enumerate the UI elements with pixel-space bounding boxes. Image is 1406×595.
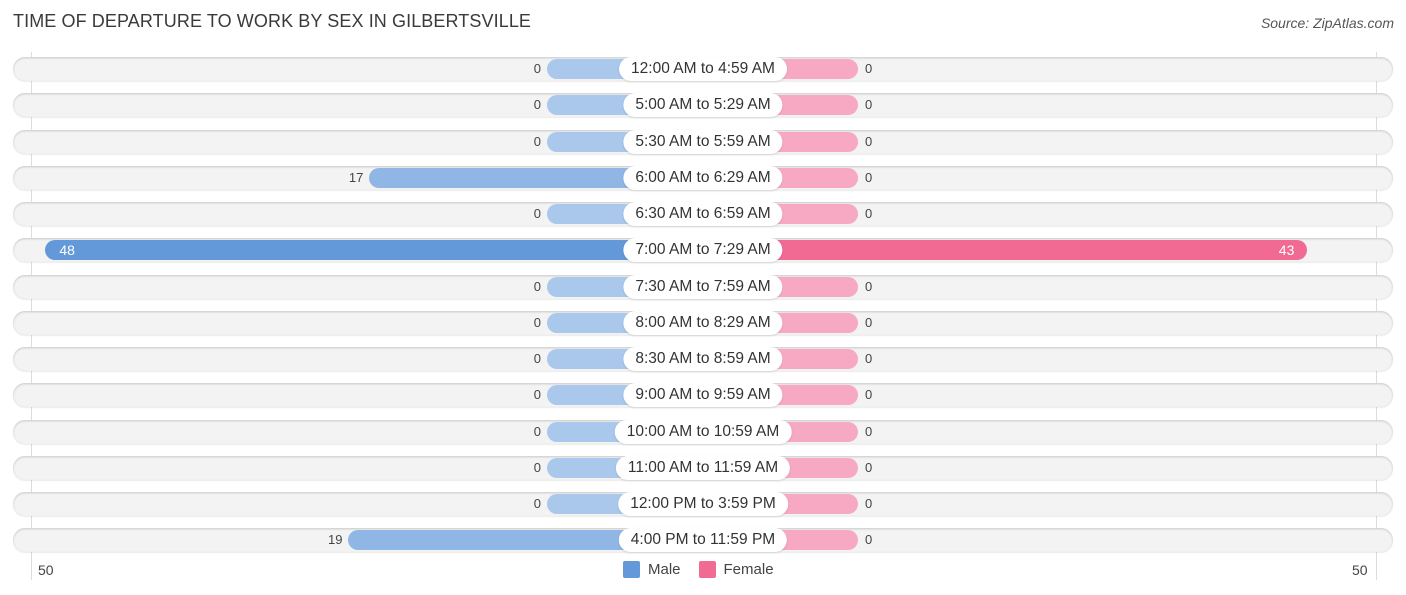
male-value: 0 [533, 387, 541, 402]
category-label: 11:00 AM to 11:59 AM [615, 456, 791, 480]
category-label: 12:00 PM to 3:59 PM [618, 492, 788, 516]
category-label: 5:00 AM to 5:29 AM [623, 93, 783, 117]
female-value: 0 [865, 315, 873, 330]
female-value: 0 [865, 170, 873, 185]
male-value: 0 [533, 351, 541, 366]
category-label: 6:00 AM to 6:29 AM [623, 166, 783, 190]
male-value: 0 [533, 206, 541, 221]
female-value: 0 [865, 387, 873, 402]
legend-item-male[interactable]: Male [623, 561, 681, 578]
category-label: 8:30 AM to 8:59 AM [623, 347, 783, 371]
female-value: 0 [865, 351, 873, 366]
female-value: 0 [865, 424, 873, 439]
female-value: 0 [865, 134, 873, 149]
legend-label-female: Female [723, 561, 774, 578]
male-value: 19 [327, 532, 343, 547]
female-value: 0 [865, 460, 873, 475]
male-value: 0 [533, 279, 541, 294]
male-value: 0 [533, 424, 541, 439]
legend-swatch-male [623, 561, 640, 578]
legend-swatch-female [698, 561, 716, 578]
male-bar[interactable] [45, 240, 723, 260]
female-value: 0 [865, 279, 873, 294]
female-value: 0 [865, 532, 873, 547]
category-label: 6:30 AM to 6:59 AM [623, 202, 783, 226]
male-value: 17 [348, 170, 364, 185]
category-label: 9:00 AM to 9:59 AM [623, 383, 783, 407]
category-label: 10:00 AM to 10:59 AM [614, 420, 792, 444]
female-value: 0 [865, 61, 873, 76]
category-label: 8:00 AM to 8:29 AM [623, 311, 783, 335]
male-value: 0 [533, 61, 541, 76]
male-value: 0 [533, 97, 541, 112]
male-value: 0 [533, 134, 541, 149]
legend: Male Female [623, 561, 792, 578]
female-value: 0 [865, 206, 873, 221]
male-value: 0 [533, 496, 541, 511]
male-value: 0 [533, 460, 541, 475]
male-value: 0 [533, 315, 541, 330]
axis-tick-right: 50 [1352, 562, 1368, 578]
category-label: 5:30 AM to 5:59 AM [623, 130, 783, 154]
chart-title: TIME OF DEPARTURE TO WORK BY SEX IN GILB… [13, 11, 532, 31]
category-label: 7:30 AM to 7:59 AM [623, 275, 783, 299]
category-label: 12:00 AM to 4:59 AM [619, 57, 787, 81]
female-value: 0 [865, 97, 873, 112]
female-value: 43 [1278, 242, 1295, 258]
male-value: 48 [59, 242, 75, 258]
category-label: 7:00 AM to 7:29 AM [623, 238, 783, 262]
legend-item-female[interactable]: Female [698, 561, 774, 578]
axis-tick-left: 50 [38, 562, 54, 578]
female-value: 0 [865, 496, 873, 511]
category-label: 4:00 PM to 11:59 PM [618, 528, 788, 552]
source-label: Source: ZipAtlas.com [1260, 15, 1394, 31]
legend-label-male: Male [648, 561, 681, 578]
